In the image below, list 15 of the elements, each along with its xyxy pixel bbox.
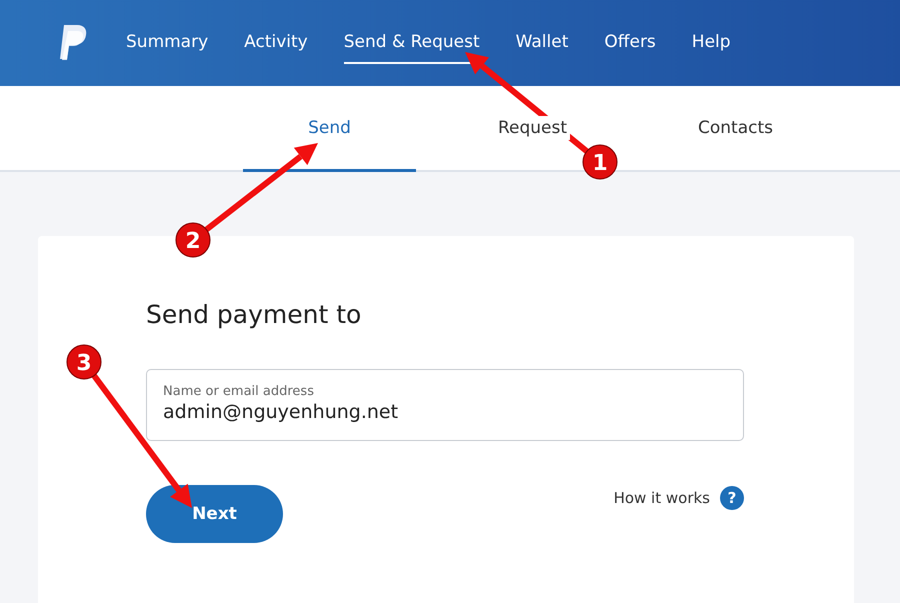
nav-link[interactable]: Help: [692, 22, 731, 64]
next-button[interactable]: Next: [146, 485, 283, 543]
recipient-field[interactable]: Name or email address admin@nguyenhung.net: [146, 369, 744, 441]
step-badge: 1: [582, 144, 618, 180]
recipient-input[interactable]: admin@nguyenhung.net: [163, 401, 727, 423]
card-title: Send payment to: [146, 300, 362, 329]
nav-link[interactable]: Offers: [604, 22, 656, 64]
step-badge: 2: [176, 222, 210, 258]
help-icon[interactable]: ?: [720, 486, 744, 510]
step-badge: 3: [66, 344, 102, 380]
nav-link[interactable]: Summary: [126, 22, 208, 64]
nav-link[interactable]: Wallet: [516, 22, 568, 64]
nav-link[interactable]: Activity: [244, 22, 308, 64]
how-it-works-link[interactable]: How it works: [614, 489, 710, 507]
field-label: Name or email address: [163, 384, 315, 399]
